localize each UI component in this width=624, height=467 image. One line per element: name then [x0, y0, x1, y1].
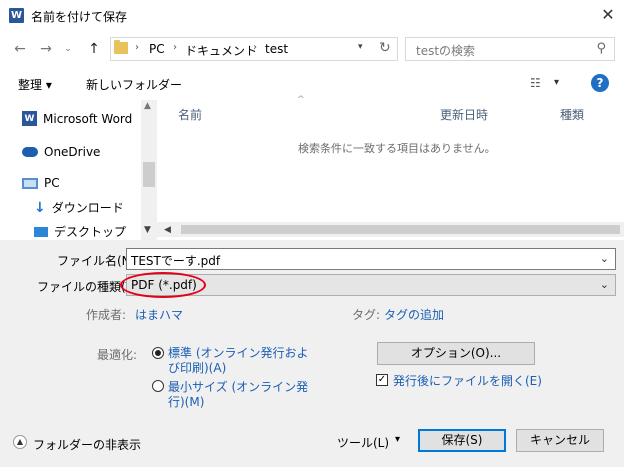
optimize-label: 最適化: — [97, 348, 138, 362]
pc-icon — [22, 177, 38, 189]
refresh-icon[interactable]: ↻ — [379, 40, 391, 56]
desktop-icon — [34, 226, 48, 237]
tools-dropdown-icon[interactable]: ▾ — [395, 434, 400, 445]
nav-item-word[interactable]: W Microsoft Word — [22, 111, 132, 126]
chevron-down-icon[interactable]: ⌄ — [600, 252, 609, 265]
scroll-up-icon[interactable]: ▲ — [144, 101, 151, 111]
word-icon: W — [22, 111, 37, 126]
empty-message: 検索条件に一致する項目はありません。 — [298, 142, 496, 155]
chevron-down-icon[interactable]: ⌄ — [600, 278, 609, 291]
cancel-button[interactable]: キャンセル — [516, 429, 604, 452]
nav-item-pc[interactable]: PC — [22, 176, 60, 190]
search-input[interactable]: testの検索 — [416, 42, 475, 59]
author-value[interactable]: はまハマ — [135, 306, 183, 323]
chevron-right-icon[interactable]: › — [173, 42, 177, 53]
tools-button[interactable]: ツール(L) — [337, 434, 389, 451]
save-button[interactable]: 保存(S) — [418, 429, 506, 452]
horizontal-scroll-thumb[interactable] — [181, 225, 620, 234]
search-icon[interactable]: ⚲ — [596, 41, 606, 56]
view-options-icon[interactable]: ☷ — [530, 76, 541, 90]
back-arrow-icon[interactable]: ← — [10, 39, 30, 59]
nav-item-label: ダウンロード — [51, 201, 124, 215]
folder-icon — [114, 40, 128, 54]
hide-folders-button[interactable]: フォルダーの非表示 — [33, 436, 141, 453]
filename-value: TESTでーす.pdf — [131, 254, 221, 268]
breadcrumb-pc[interactable]: PC — [149, 42, 165, 56]
download-icon: ↓ — [34, 199, 46, 216]
filename-field[interactable]: TESTでーす.pdf ⌄ — [126, 248, 616, 270]
column-type[interactable]: 種類 — [560, 106, 584, 123]
author-label: 作成者: — [86, 308, 127, 322]
radio-minimum[interactable] — [152, 380, 164, 392]
close-icon[interactable]: ✕ — [598, 5, 618, 25]
tags-label: タグ: — [352, 308, 381, 322]
nav-item-label: OneDrive — [44, 145, 101, 159]
radio-standard[interactable] — [152, 347, 164, 359]
nav-item-downloads[interactable]: ↓ ダウンロード — [34, 199, 124, 216]
breadcrumb-test[interactable]: test — [265, 42, 288, 56]
column-modified[interactable]: 更新日時 — [440, 106, 488, 123]
onedrive-icon — [22, 147, 38, 157]
sort-up-icon: ^ — [297, 95, 305, 105]
breadcrumb-documents[interactable]: ドキュメント — [185, 42, 257, 59]
file-list — [157, 100, 624, 240]
radio-standard-label-line2[interactable]: び印刷)(A) — [168, 359, 226, 376]
highlight-ellipse — [120, 272, 206, 298]
column-name[interactable]: 名前 — [178, 106, 202, 123]
title-bar: W 名前を付けて保存 ✕ — [0, 0, 624, 31]
open-after-label[interactable]: 発行後にファイルを開く(E) — [393, 372, 542, 389]
nav-scroll-thumb[interactable] — [143, 162, 155, 187]
scroll-left-icon[interactable]: ◀ — [164, 225, 171, 235]
nav-item-label: デスクトップ — [54, 225, 127, 239]
up-arrow-icon[interactable]: ↑ — [84, 39, 104, 59]
chevron-right-icon[interactable]: › — [135, 42, 139, 53]
nav-item-onedrive[interactable]: OneDrive — [22, 145, 100, 159]
history-chevron-icon[interactable]: ⌄ — [58, 39, 78, 59]
forward-arrow-icon[interactable]: → — [36, 39, 56, 59]
new-folder-button[interactable]: 新しいフォルダー — [86, 76, 182, 93]
word-icon: W — [9, 8, 24, 23]
address-bar[interactable]: › PC › ドキュメント › test ▾ ↻ — [110, 37, 398, 61]
address-dropdown-icon[interactable]: ▾ — [358, 42, 363, 52]
view-dropdown-icon[interactable]: ▾ — [554, 77, 559, 88]
help-icon[interactable]: ? — [591, 74, 609, 92]
nav-item-label: PC — [44, 176, 60, 190]
scroll-down-icon[interactable]: ▼ — [144, 225, 151, 235]
tags-value[interactable]: タグの追加 — [384, 306, 444, 323]
radio-minimum-label-line2[interactable]: 行)(M) — [168, 393, 204, 410]
chevron-right-icon[interactable]: › — [253, 42, 257, 53]
nav-item-desktop[interactable]: デスクトップ — [34, 223, 126, 240]
nav-item-label: Microsoft Word — [43, 111, 133, 126]
options-button[interactable]: オプション(O)... — [377, 342, 535, 365]
window-title: 名前を付けて保存 — [31, 10, 128, 24]
open-after-checkbox[interactable]: ✓ — [376, 374, 388, 386]
organize-button[interactable]: 整理 ▾ — [18, 76, 52, 93]
chevron-up-icon[interactable]: ▲ — [13, 435, 27, 449]
search-box[interactable]: testの検索 ⚲ — [405, 37, 615, 61]
